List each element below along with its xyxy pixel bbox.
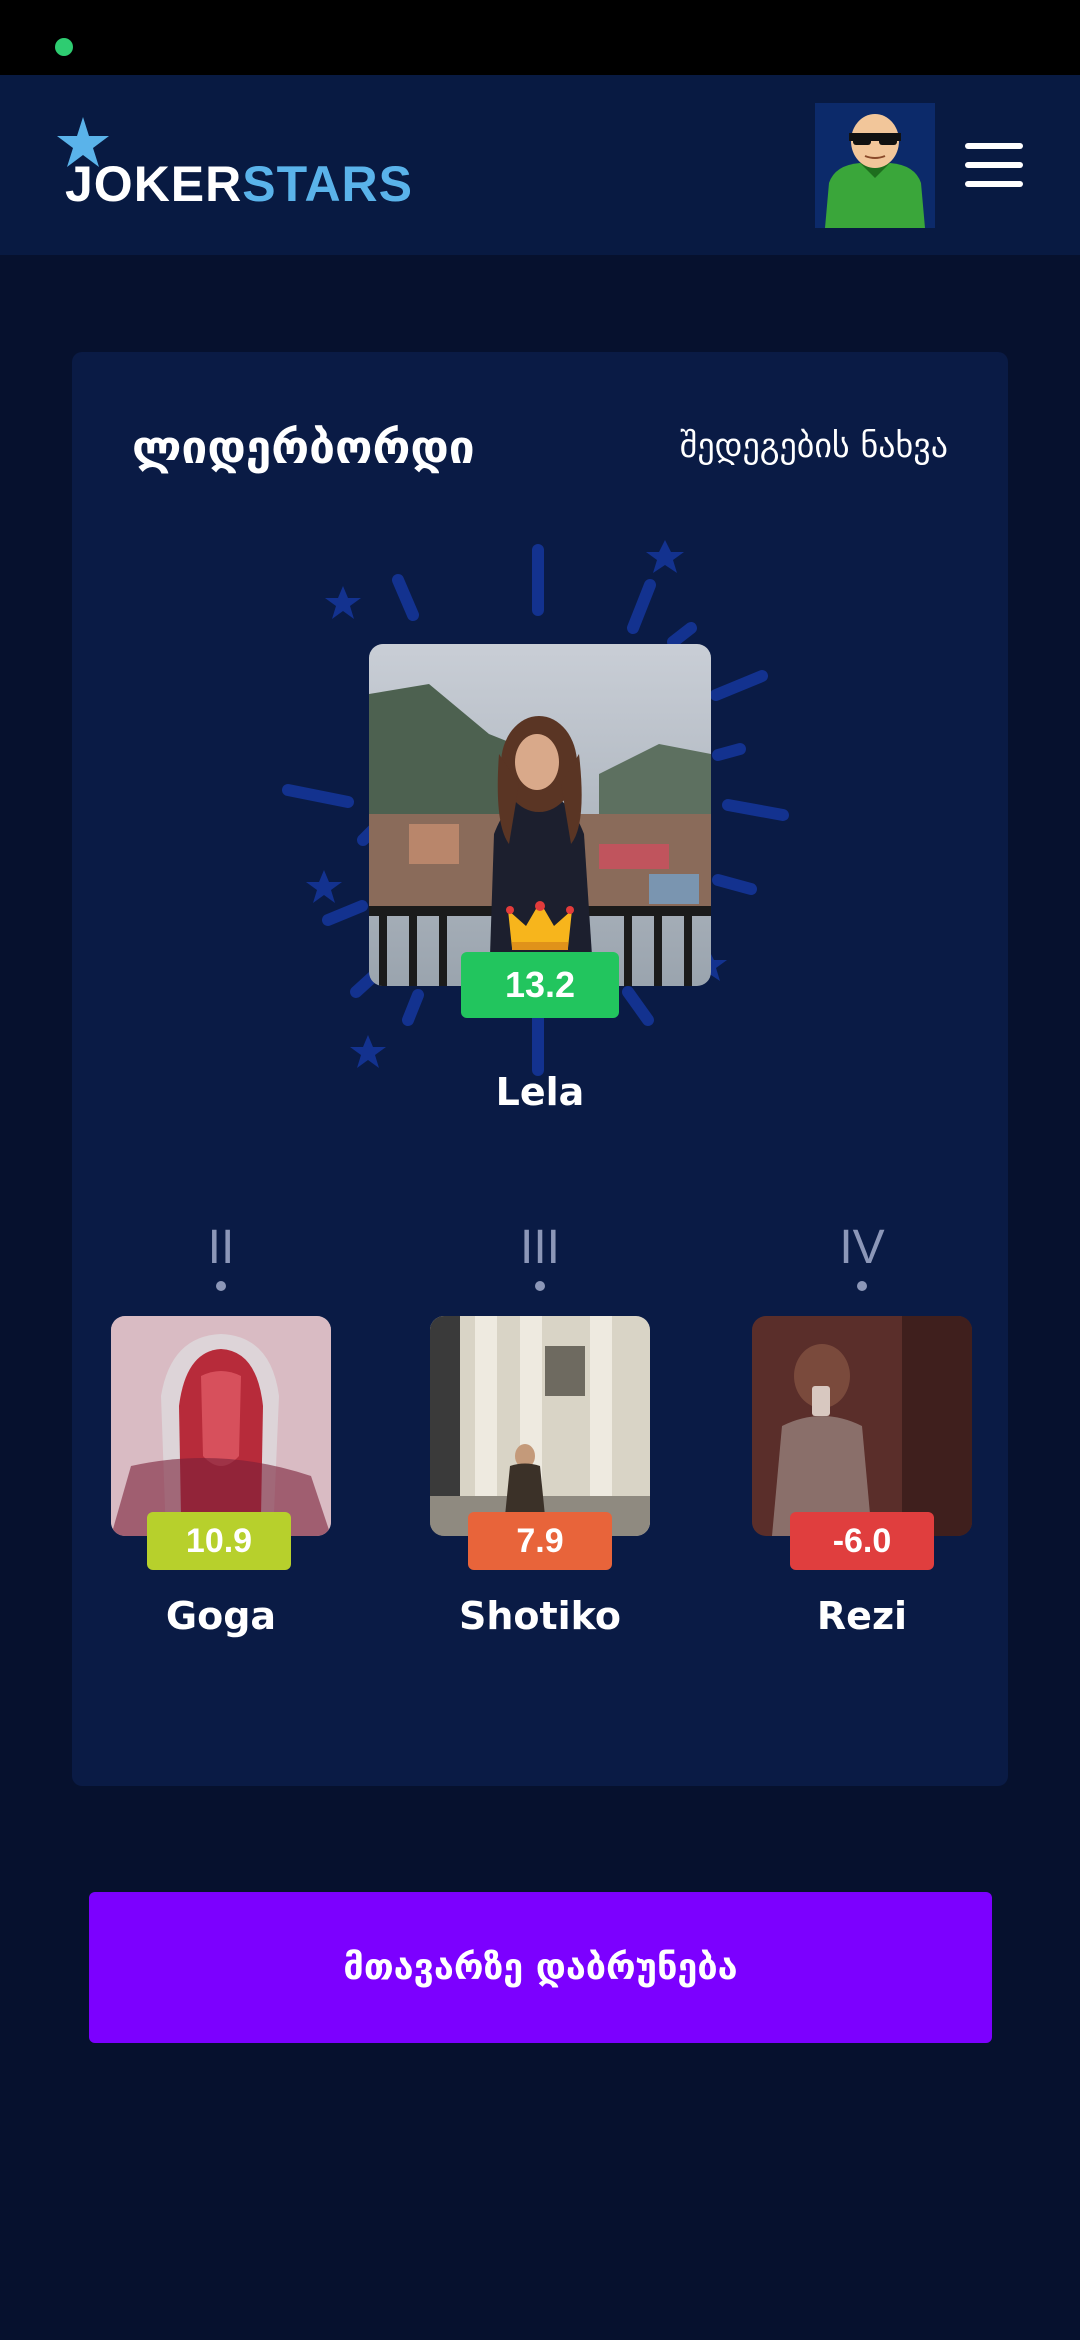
rank-label: IV — [839, 1221, 885, 1274]
notification-dot — [55, 38, 73, 56]
leaderboard-card: ლიდერბორდი შედეგების ნახვა 13.2 Lela II … — [72, 352, 1008, 1786]
player-photo — [111, 1316, 331, 1536]
player-score-badge: -6.0 — [790, 1512, 934, 1570]
status-bar — [0, 0, 1080, 75]
avatar-icon[interactable] — [815, 103, 935, 228]
player-photo — [752, 1316, 972, 1536]
view-results-link[interactable]: შედეგების ნახვა — [680, 426, 948, 466]
player-name: Goga — [165, 1594, 277, 1638]
player-photo — [430, 1316, 650, 1536]
leaderboard-title: ლიდერბორდი — [132, 420, 475, 474]
leader-score-badge: 13.2 — [461, 952, 619, 1018]
back-to-main-button[interactable]: მთავარზე დაბრუნება — [89, 1892, 992, 2043]
rank-dot — [857, 1281, 867, 1291]
logo-stars: STARS — [242, 156, 414, 212]
leader-name: Lela — [495, 1070, 585, 1114]
hamburger-menu-icon[interactable] — [965, 143, 1023, 187]
player-score-badge: 10.9 — [147, 1512, 291, 1570]
rank-label: III — [519, 1221, 560, 1274]
rank-label: II — [207, 1221, 235, 1274]
jokerstars-logo[interactable]: JOKERSTARS — [55, 115, 412, 225]
player-score-badge: 7.9 — [468, 1512, 612, 1570]
player-name: Shotiko — [458, 1594, 622, 1638]
crown-icon — [506, 901, 574, 950]
logo-joker: JOKER — [65, 156, 243, 212]
rank-dot — [216, 1281, 226, 1291]
logo-text: JOKERSTARS — [65, 155, 413, 213]
header: JOKERSTARS — [0, 75, 1080, 255]
player-name: Rezi — [816, 1594, 908, 1638]
rank-dot — [535, 1281, 545, 1291]
